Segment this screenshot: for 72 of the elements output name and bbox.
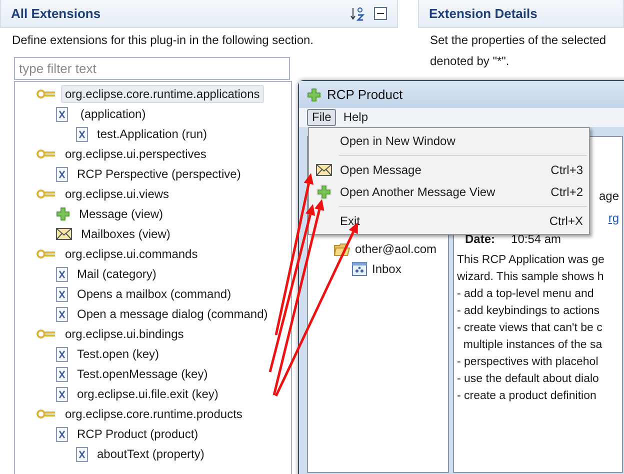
tree-item[interactable]: Test.open (key) <box>73 345 164 363</box>
section-description: Set the properties of the selected <box>429 32 608 49</box>
document-icon <box>56 266 68 282</box>
message-text: - add a top-level menu and <box>457 287 594 302</box>
menu-title[interactable]: Help <box>338 109 374 126</box>
message-text: - add keybindings to actions <box>457 304 600 319</box>
document-icon <box>56 426 68 442</box>
menu-item[interactable]: Open Another Message View Ctrl+2 <box>309 181 589 203</box>
collapse-icon[interactable] <box>374 7 387 20</box>
tree-item[interactable]: org.eclipse.ui.commands <box>61 245 202 263</box>
envelope-icon <box>56 228 72 240</box>
extension-point-icon <box>36 329 56 339</box>
date-label: Date: <box>465 232 496 246</box>
window-title: RCP Product <box>327 87 403 102</box>
tree-item[interactable]: org.eclipse.ui.perspectives <box>61 145 210 163</box>
section-description: Define extensions for this plug-in in the following section. <box>11 32 314 49</box>
tree-item[interactable]: org.eclipse.ui.file.exit (key) <box>73 385 222 403</box>
document-icon <box>56 286 68 302</box>
plus-icon <box>56 207 70 221</box>
date-value: 10:54 am <box>511 232 562 246</box>
extension-point-icon <box>36 249 56 259</box>
mail-tree-item[interactable]: other@aol.com <box>355 242 437 256</box>
tree-item[interactable]: aboutText (property) <box>93 445 208 463</box>
mail-tree-item[interactable]: Inbox <box>372 262 402 276</box>
envelope-icon <box>316 164 332 176</box>
section-description: denoted by "*". <box>429 53 510 70</box>
inbox-icon <box>352 262 367 276</box>
extension-point-icon <box>36 149 56 159</box>
message-text: - create a product definition <box>457 389 596 404</box>
tree-item[interactable]: Message (view) <box>75 205 168 223</box>
tree-item[interactable]: org.eclipse.ui.views <box>61 185 174 203</box>
menu-item[interactable]: Open Message Ctrl+3 <box>309 159 589 181</box>
document-icon <box>56 386 68 402</box>
tree-item[interactable]: org.eclipse.ui.bindings <box>61 325 188 343</box>
tree-item[interactable]: org.eclipse.core.runtime.products <box>61 405 246 423</box>
menu-title[interactable]: File <box>307 109 336 126</box>
sort-icon[interactable] <box>350 6 366 22</box>
message-text: multiple instances of the sa <box>462 338 602 353</box>
extension-point-icon <box>36 89 56 99</box>
tree-item[interactable]: Mailboxes (view) <box>77 225 174 243</box>
plus-icon <box>307 88 321 102</box>
message-text: This RCP Application was ge <box>457 253 604 268</box>
extension-point-icon <box>36 189 56 199</box>
message-text: - create views that can't be c <box>457 321 602 336</box>
document-icon <box>56 106 68 122</box>
tree-item[interactable]: Opens a mailbox (command) <box>73 285 236 303</box>
tree-item[interactable]: test.Application (run) <box>93 125 212 143</box>
tree-item[interactable]: RCP Product (product) <box>73 425 202 443</box>
message-link[interactable]: rg <box>608 211 619 225</box>
document-icon <box>76 126 88 142</box>
tree-item[interactable]: Test.openMessage (key) <box>73 365 212 383</box>
tree-item[interactable]: Mail (category) <box>73 265 160 283</box>
document-icon <box>56 306 68 322</box>
message-text: wizard. This sample shows h <box>457 270 604 285</box>
document-icon <box>56 366 68 382</box>
filter-field[interactable]: type filter text <box>14 57 290 80</box>
plus-icon <box>316 185 330 199</box>
document-icon <box>76 446 88 462</box>
section-title: All Extensions <box>11 6 101 21</box>
tree-item[interactable]: RCP Perspective (perspective) <box>73 165 245 183</box>
extension-point-icon <box>36 409 56 419</box>
tree-item[interactable]: (application) <box>73 105 150 123</box>
document-icon <box>56 346 68 362</box>
document-icon <box>56 166 68 182</box>
section-title: Extension Details <box>429 6 538 21</box>
message-text: - perspectives with placehol <box>457 355 598 370</box>
message-text: - use the default about dialo <box>457 372 599 387</box>
message-subject: age <box>598 189 619 203</box>
tree-item[interactable]: Open a message dialog (command) <box>73 305 272 323</box>
tree-item[interactable]: org.eclipse.core.runtime.applications <box>61 85 264 103</box>
menu-item[interactable]: Open in New Window <box>309 130 589 152</box>
menu-item[interactable]: Exit Ctrl+X <box>309 210 589 232</box>
